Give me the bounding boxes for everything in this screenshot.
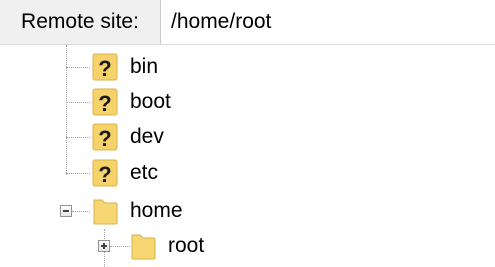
tree-item-label: boot	[130, 90, 171, 113]
remote-directory-tree: ? bin ? boot ? dev ? etc home root	[0, 45, 495, 267]
svg-text:?: ?	[98, 162, 111, 187]
svg-text:?: ?	[98, 56, 111, 81]
tree-item-label: etc	[130, 161, 159, 184]
tree-item-label: bin	[130, 55, 159, 78]
remote-path-input[interactable]	[161, 0, 495, 45]
tree-item-boot[interactable]: ? boot	[92, 85, 192, 119]
collapse-toggle-home[interactable]	[60, 205, 72, 217]
tree-connector-line	[66, 67, 90, 68]
folder-icon	[93, 199, 118, 225]
folder-icon	[131, 234, 156, 260]
remote-site-label: Remote site:	[0, 0, 161, 45]
unknown-folder-icon: ?	[92, 159, 118, 187]
tree-connector-line	[72, 211, 90, 212]
expand-toggle-root[interactable]	[98, 240, 110, 252]
svg-text:?: ?	[98, 91, 111, 116]
tree-connector-line	[66, 45, 67, 175]
tree-connector-line	[66, 102, 90, 103]
tree-connector-line	[66, 137, 90, 138]
svg-text:?: ?	[98, 126, 111, 151]
tree-item-dev[interactable]: ? dev	[92, 120, 182, 154]
unknown-folder-icon: ?	[92, 88, 118, 116]
tree-item-root[interactable]: root	[130, 229, 220, 263]
tree-item-label: home	[130, 199, 183, 222]
unknown-folder-icon: ?	[92, 123, 118, 151]
remote-site-bar: Remote site:	[0, 0, 495, 45]
tree-item-etc[interactable]: ? etc	[92, 156, 182, 190]
tree-item-label: root	[168, 229, 205, 263]
tree-item-home[interactable]: home	[92, 194, 202, 228]
tree-connector-line	[66, 173, 90, 174]
unknown-folder-icon: ?	[92, 53, 118, 81]
tree-item-label: dev	[130, 125, 164, 148]
tree-item-bin[interactable]: ? bin	[92, 50, 172, 84]
tree-connector-line	[110, 246, 130, 247]
